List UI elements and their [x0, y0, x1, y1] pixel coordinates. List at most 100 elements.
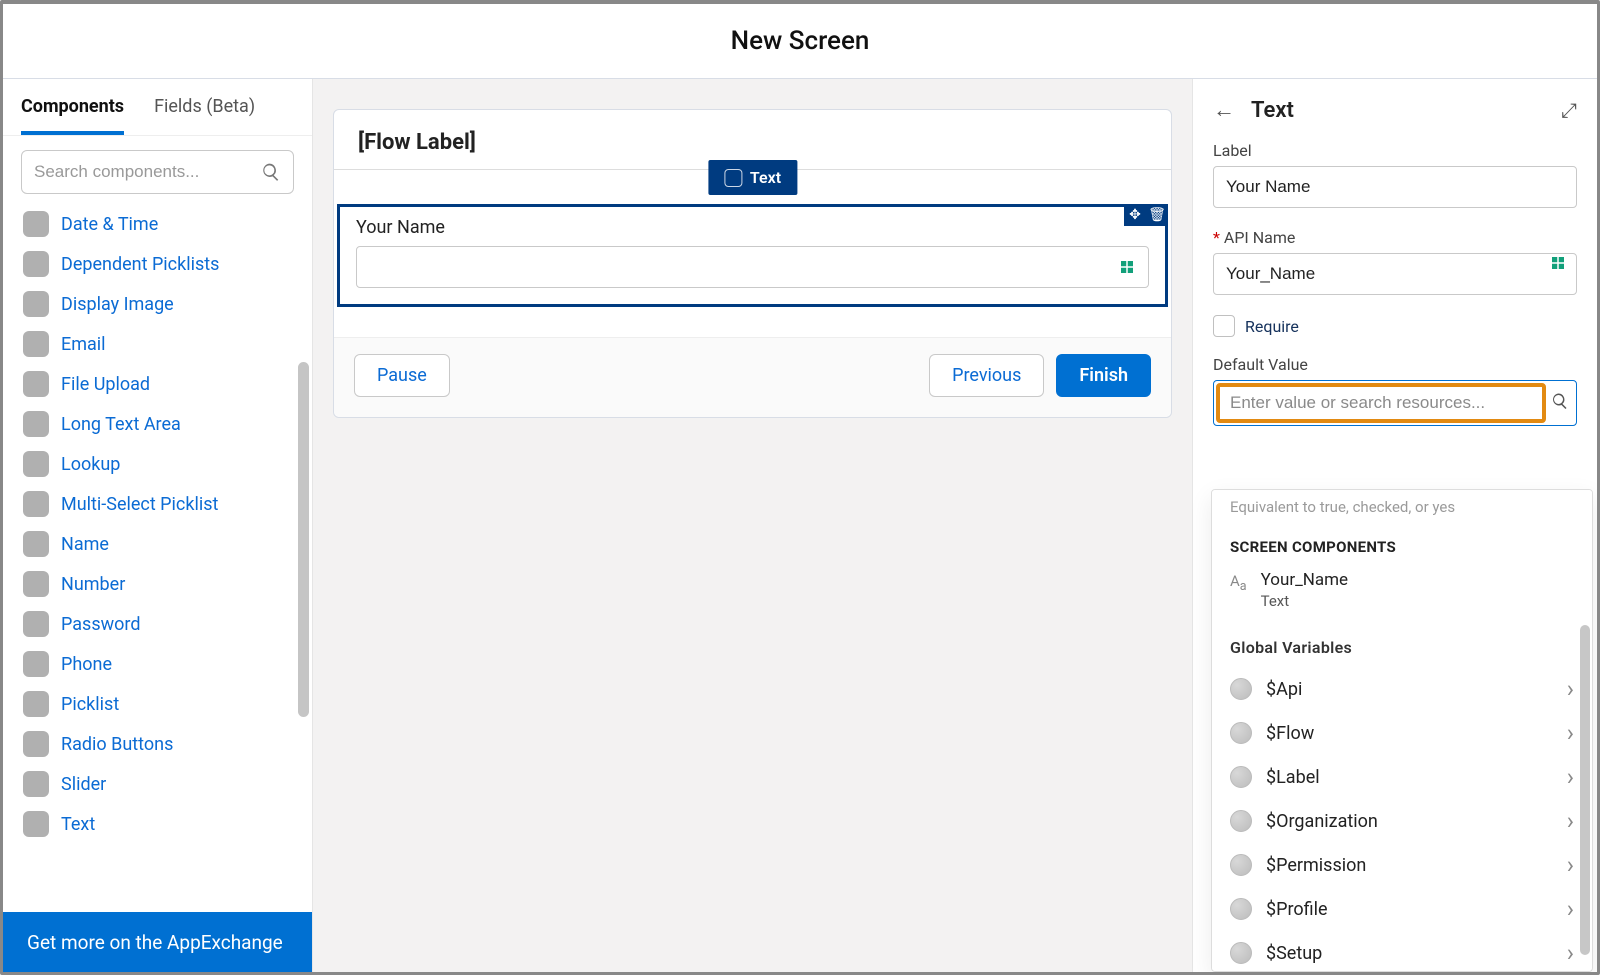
resource-dropdown[interactable]: Equivalent to true, checked, or yes SCRE…: [1211, 489, 1593, 972]
sc-item-name: Your_Name: [1261, 570, 1348, 590]
component-item[interactable]: File Upload: [21, 364, 302, 404]
api-name-input[interactable]: [1213, 253, 1577, 295]
component-search[interactable]: [21, 150, 294, 194]
component-icon: [23, 491, 49, 517]
checkbox-icon[interactable]: [1213, 315, 1235, 337]
component-label: Phone: [61, 654, 112, 675]
component-icon: [23, 731, 49, 757]
component-item[interactable]: Lookup: [21, 444, 302, 484]
globe-icon: [1230, 898, 1252, 920]
component-item[interactable]: Text: [21, 804, 302, 844]
chevron-right-icon: ›: [1567, 763, 1574, 791]
global-var-label: $Api: [1266, 679, 1302, 700]
component-label: File Upload: [61, 374, 150, 395]
screen-component-item[interactable]: Aa Your_Name Text: [1212, 566, 1592, 628]
selected-text-field[interactable]: ✥ 🗑 Your Name: [337, 204, 1168, 307]
global-var-label: $Permission: [1266, 855, 1366, 876]
component-icon: [23, 371, 49, 397]
component-icon: [23, 451, 49, 477]
section-screen-components: SCREEN COMPONENTS: [1212, 528, 1592, 566]
component-search-input[interactable]: [34, 162, 261, 182]
component-label: Email: [61, 334, 106, 355]
component-item[interactable]: Dependent Picklists: [21, 244, 302, 284]
global-variable-item[interactable]: $Label›: [1212, 755, 1592, 799]
globe-icon: [1230, 810, 1252, 832]
type-tag-label: Text: [750, 168, 781, 187]
chevron-right-icon: ›: [1567, 895, 1574, 923]
back-icon[interactable]: ←: [1213, 97, 1235, 123]
global-variable-item[interactable]: $Api ›: [1212, 667, 1592, 711]
tab-fields[interactable]: Fields (Beta): [154, 79, 255, 135]
component-icon: [23, 651, 49, 677]
default-value-input[interactable]: [1230, 393, 1532, 413]
component-label: Radio Buttons: [61, 734, 173, 755]
move-icon[interactable]: ✥: [1124, 204, 1146, 226]
appexchange-link[interactable]: Get more on the AppExchange: [3, 912, 312, 972]
pause-button[interactable]: Pause: [354, 354, 450, 397]
component-label: Dependent Picklists: [61, 254, 219, 275]
cutoff-hint: Equivalent to true, checked, or yes: [1212, 490, 1592, 528]
chevron-right-icon: ›: [1567, 675, 1574, 703]
globe-icon: [1230, 722, 1252, 744]
chevron-right-icon: ›: [1567, 939, 1574, 967]
component-item[interactable]: Password: [21, 604, 302, 644]
search-icon[interactable]: [1546, 392, 1574, 415]
component-item[interactable]: Radio Buttons: [21, 724, 302, 764]
require-checkbox[interactable]: Require: [1213, 315, 1577, 337]
component-icon: [23, 211, 49, 237]
delete-icon[interactable]: 🗑: [1146, 204, 1168, 226]
component-item[interactable]: Email: [21, 324, 302, 364]
component-type-tag: Text: [708, 160, 797, 195]
canvas-footer: Pause Previous Finish: [334, 337, 1171, 417]
globe-icon: [1230, 766, 1252, 788]
component-item[interactable]: Display Image: [21, 284, 302, 324]
component-label: Number: [61, 574, 125, 595]
component-item[interactable]: Picklist: [21, 684, 302, 724]
chevron-right-icon: ›: [1567, 851, 1574, 879]
chevron-right-icon: ›: [1567, 719, 1574, 747]
component-item[interactable]: Number: [21, 564, 302, 604]
component-label: Multi-Select Picklist: [61, 494, 218, 515]
previous-button[interactable]: Previous: [929, 354, 1044, 397]
global-var-label: $Profile: [1266, 899, 1328, 920]
component-item[interactable]: Slider: [21, 764, 302, 804]
global-variable-item[interactable]: $Setup›: [1212, 931, 1592, 972]
finish-button[interactable]: Finish: [1056, 354, 1151, 397]
sc-item-type: Text: [1261, 592, 1348, 610]
canvas-area: [Flow Label] Text ✥ 🗑 Your Name: [313, 79, 1192, 972]
component-label: Picklist: [61, 694, 119, 715]
resource-icon: [1118, 258, 1136, 276]
component-list[interactable]: Date & Time Dependent Picklists Display …: [3, 202, 312, 912]
tab-components[interactable]: Components: [21, 79, 124, 135]
resource-icon[interactable]: [1549, 254, 1567, 276]
global-variable-item[interactable]: $Profile ›: [1212, 887, 1592, 931]
global-variable-item[interactable]: $Permission ›: [1212, 843, 1592, 887]
field-label: Your Name: [356, 217, 1149, 238]
component-icon: [23, 531, 49, 557]
require-label: Require: [1245, 317, 1299, 336]
search-icon: [261, 162, 281, 182]
global-variable-item[interactable]: $Organization›: [1212, 799, 1592, 843]
component-item[interactable]: Date & Time: [21, 204, 302, 244]
scrollbar-thumb[interactable]: [1580, 625, 1590, 955]
global-variable-item[interactable]: $Flow›: [1212, 711, 1592, 755]
globe-icon: [1230, 854, 1252, 876]
globe-icon: [1230, 942, 1252, 964]
component-item[interactable]: Multi-Select Picklist: [21, 484, 302, 524]
text-type-icon: Aa: [1230, 572, 1247, 594]
component-icon: [23, 691, 49, 717]
component-icon: [23, 611, 49, 637]
modal-title: New Screen: [3, 4, 1597, 79]
label-input[interactable]: [1213, 166, 1577, 208]
component-item[interactable]: Name: [21, 524, 302, 564]
expand-icon[interactable]: ⤢: [1561, 98, 1577, 122]
screen-canvas[interactable]: [Flow Label] Text ✥ 🗑 Your Name: [333, 109, 1172, 418]
component-item[interactable]: Phone: [21, 644, 302, 684]
field-input[interactable]: [356, 246, 1149, 288]
label-field-label: Label: [1213, 141, 1577, 160]
component-item[interactable]: Long Text Area: [21, 404, 302, 444]
scrollbar-thumb[interactable]: [298, 362, 309, 717]
component-icon: [23, 251, 49, 277]
component-label: Display Image: [61, 294, 174, 315]
component-label: Long Text Area: [61, 414, 181, 435]
